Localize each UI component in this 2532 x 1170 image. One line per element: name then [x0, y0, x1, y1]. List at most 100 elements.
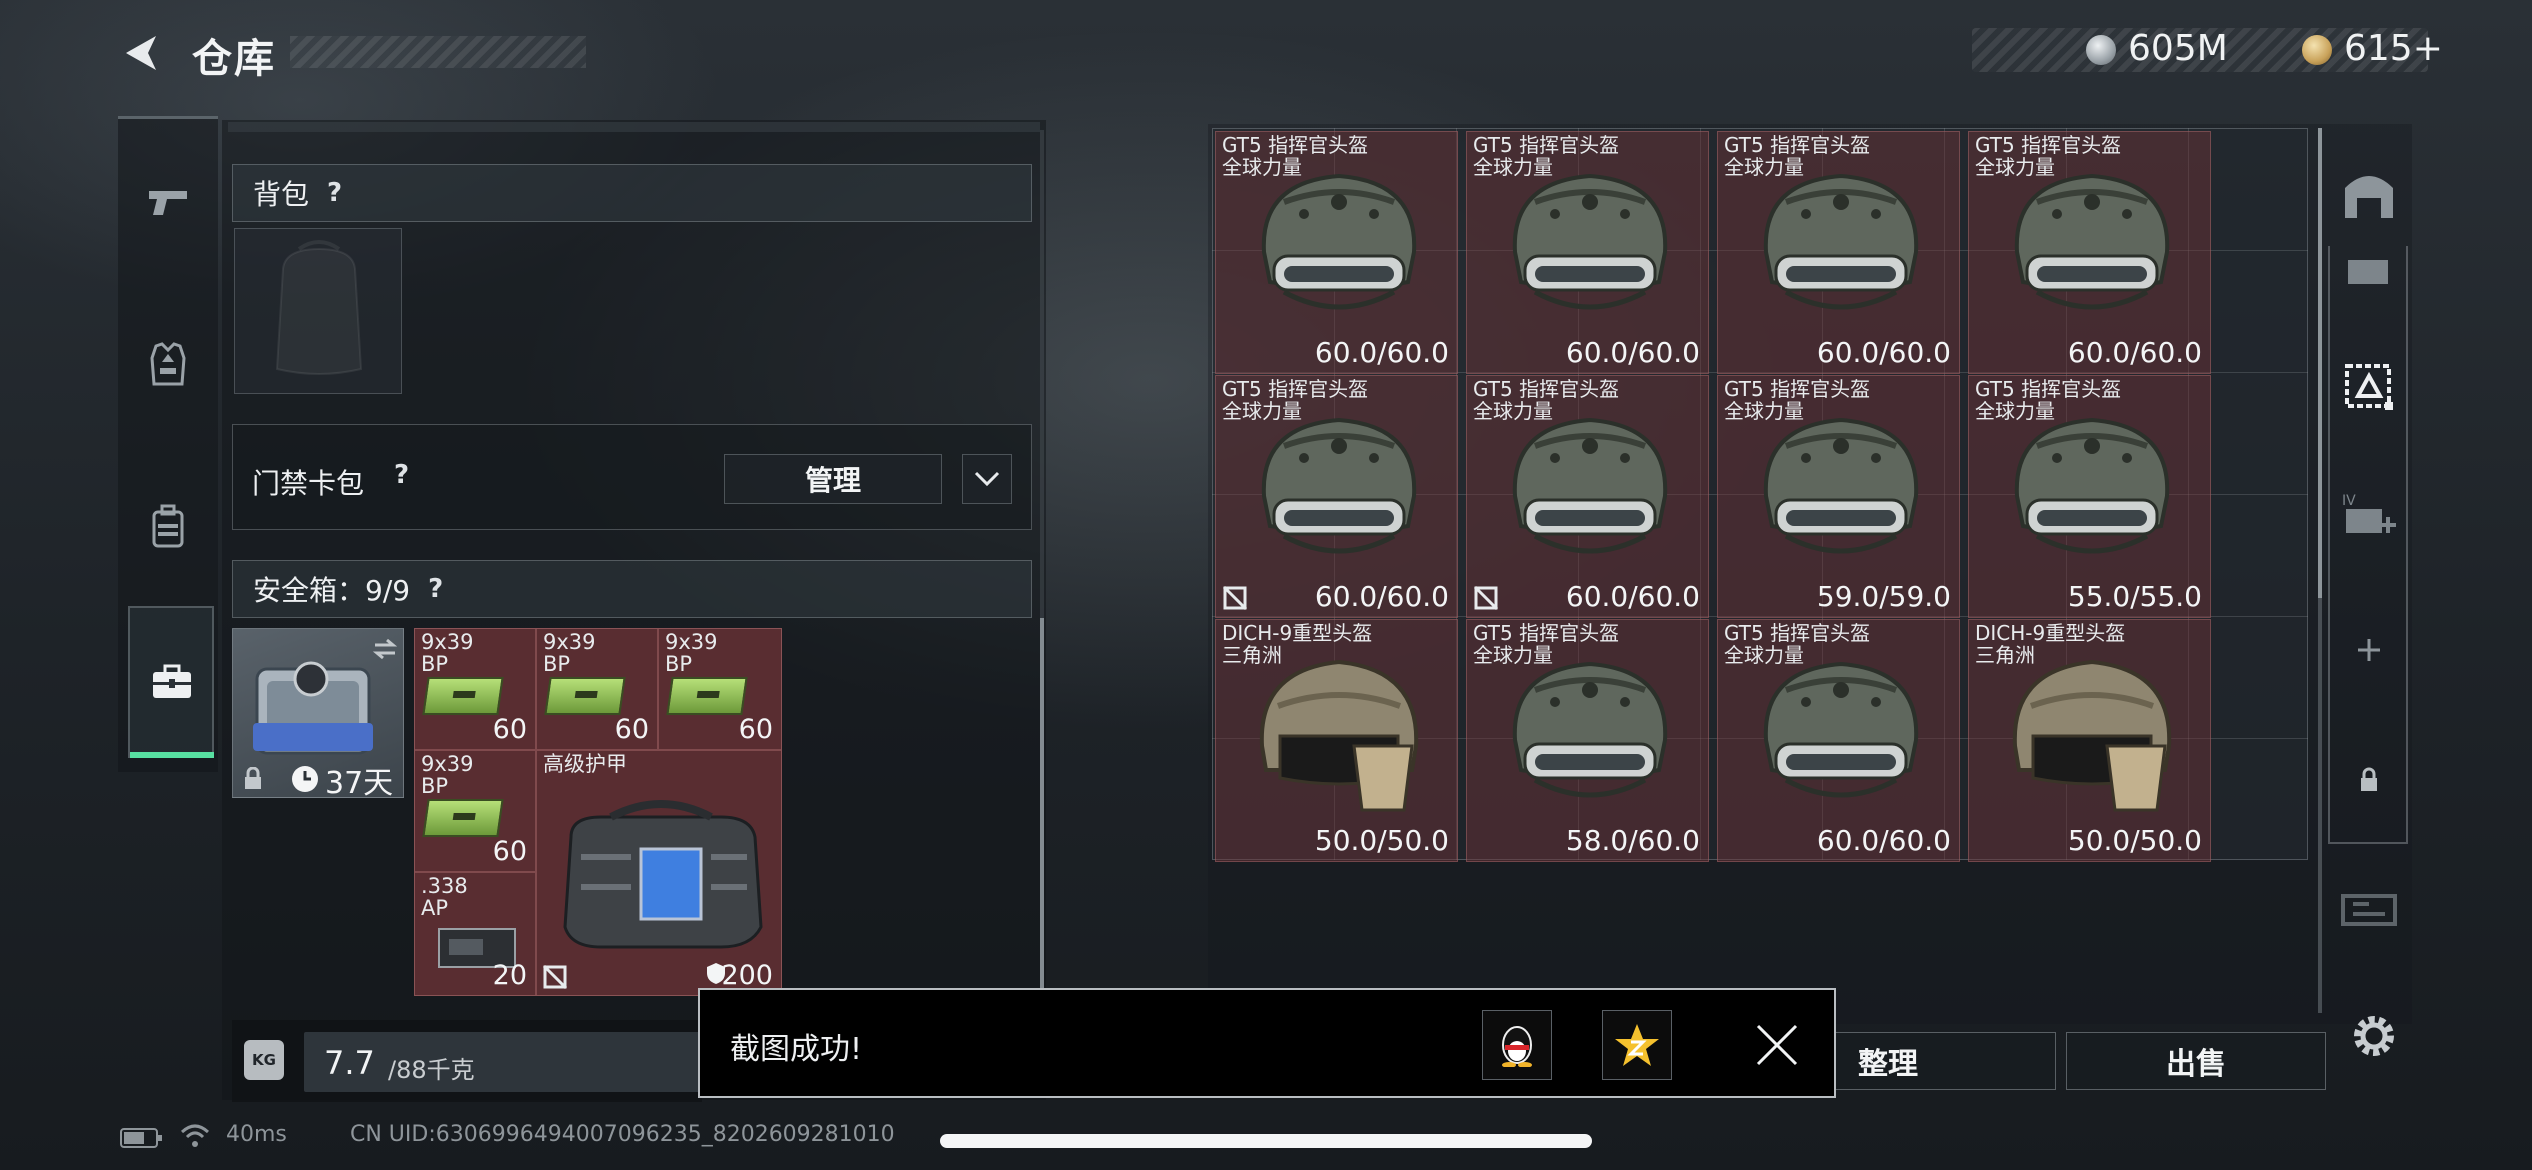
safebox-tool-icon [2345, 364, 2393, 410]
silver-currency-value[interactable]: 605M [2128, 28, 2228, 69]
backpack-slot[interactable] [234, 228, 402, 394]
safebox-help-button[interactable]: ? [428, 574, 443, 604]
tool-add-storage[interactable]: IV [2334, 486, 2404, 546]
keycard-expand-button[interactable] [962, 454, 1012, 504]
storage-icon [2348, 260, 2388, 284]
gt5-helmet-image [2014, 173, 2170, 310]
tool-warehouse[interactable] [2334, 164, 2404, 224]
item-name: 9x39 BP [421, 752, 474, 798]
warehouse-item[interactable]: DICH-9重型头盔 三角洲 50.0/50.0 [1968, 619, 2211, 862]
sell-button[interactable]: 出售 [2066, 1032, 2326, 1090]
nav-weapons[interactable] [118, 172, 218, 232]
tool-disabled[interactable] [2334, 880, 2404, 940]
svg-text:IV: IV [2342, 493, 2356, 509]
nav-backpack[interactable] [118, 496, 218, 556]
item-durability: 60.0/60.0 [1565, 336, 1700, 369]
page-title: 仓库 [192, 36, 276, 82]
share-qq-button[interactable] [1482, 1010, 1552, 1080]
gt5-helmet-image [1512, 661, 1668, 798]
tool-add[interactable] [2334, 620, 2404, 680]
safe-item-ammo-338[interactable]: .338 AP 20 [414, 872, 536, 996]
item-durability: 60.0/60.0 [1314, 580, 1449, 613]
warehouse-item[interactable]: GT5 指挥官头盔 全球力量 60.0/60.0 [1466, 131, 1709, 374]
item-name: .338 AP [421, 874, 468, 920]
warehouse-item[interactable]: GT5 指挥官头盔 全球力量 60.0/60.0 [1717, 619, 1960, 862]
home-indicator[interactable] [940, 1134, 1592, 1148]
warehouse-item[interactable]: GT5 指挥官头盔 全球力量 55.0/55.0 [1968, 375, 2211, 618]
storage-plus-icon: IV [2342, 493, 2396, 533]
ammo-box-icon [422, 677, 504, 715]
safebox-duration: 37天 [325, 766, 394, 801]
briefcase-icon [153, 664, 191, 698]
tool-safebox[interactable] [2334, 356, 2404, 416]
warehouse-item[interactable]: DICH-9重型头盔 三角洲 50.0/50.0 [1215, 619, 1458, 862]
back-arrow-icon[interactable] [118, 30, 164, 76]
safe-item-ammo-3[interactable]: 9x39 BP 60 [658, 628, 782, 750]
no-trade-icon [542, 964, 568, 990]
warehouse-item[interactable]: GT5 指挥官头盔 全球力量 60.0/60.0 [1717, 131, 1960, 374]
gt5-helmet-image [1512, 417, 1668, 554]
container-disabled-icon [2341, 894, 2397, 926]
item-name: 9x39 BP [543, 630, 596, 676]
battery-icon [120, 1128, 162, 1148]
item-durability: 50.0/50.0 [2067, 824, 2202, 857]
share-qzone-button[interactable] [1602, 1010, 1672, 1080]
item-name: GT5 指挥官头盔 全球力量 [1473, 377, 1620, 423]
backpack-icon [152, 504, 184, 548]
swap-icon[interactable] [371, 637, 399, 661]
item-durability: 60.0/60.0 [2067, 336, 2202, 369]
vest-icon [150, 342, 186, 386]
safe-item-ammo-2[interactable]: 9x39 BP 60 [536, 628, 658, 750]
item-name: GT5 指挥官头盔 全球力量 [1222, 133, 1369, 179]
right-scrollbar-thumb[interactable] [2318, 128, 2322, 598]
backpack-help-button[interactable]: ? [327, 178, 342, 208]
nav-armor[interactable] [118, 334, 218, 394]
gt5-helmet-image [1763, 661, 1919, 798]
warehouse-item[interactable]: GT5 指挥官头盔 全球力量 60.0/60.0 [1215, 375, 1458, 618]
tool-partial[interactable] [2334, 252, 2404, 292]
warehouse-item[interactable]: GT5 指挥官头盔 全球力量 60.0/60.0 [1466, 375, 1709, 618]
lock-icon [245, 767, 261, 789]
safe-item-armor[interactable]: 高级护甲 200 [536, 750, 782, 996]
clock-icon [292, 766, 318, 792]
item-durability: 60.0/60.0 [1816, 336, 1951, 369]
item-durability: 200 [721, 960, 773, 991]
gear-icon[interactable] [2346, 1008, 2402, 1064]
item-name: DICH-9重型头盔 三角洲 [1222, 621, 1373, 667]
weight-icon: KG [244, 1040, 284, 1080]
ammo-box-icon [666, 677, 748, 715]
item-durability: 59.0/59.0 [1816, 580, 1951, 613]
backpack-section-header: 背包 ? [232, 164, 1032, 222]
warehouse-item[interactable]: GT5 指挥官头盔 全球力量 60.0/60.0 [1215, 131, 1458, 374]
item-durability: 60.0/60.0 [1314, 336, 1449, 369]
item-name: DICH-9重型头盔 三角洲 [1975, 621, 2126, 667]
gt5-helmet-image [1261, 173, 1417, 310]
item-count: 60 [738, 714, 773, 745]
close-icon[interactable] [1752, 1020, 1802, 1070]
manage-button[interactable]: 管理 [724, 454, 942, 504]
item-name: GT5 指挥官头盔 全球力量 [1724, 621, 1871, 667]
left-scrollbar-thumb[interactable] [1040, 618, 1044, 988]
weight-current: 7.7 [324, 1044, 375, 1082]
safe-item-ammo-4[interactable]: 9x39 BP 60 [414, 750, 536, 872]
item-count: 60 [492, 714, 527, 745]
item-name: GT5 指挥官头盔 全球力量 [1222, 377, 1369, 423]
warehouse-item[interactable]: GT5 指挥官头盔 全球力量 59.0/59.0 [1717, 375, 1960, 618]
gt5-helmet-image [1763, 417, 1919, 554]
keycard-label: 门禁卡包 [252, 467, 365, 500]
nav-safebox[interactable] [122, 652, 222, 712]
warehouse-item[interactable]: GT5 指挥官头盔 全球力量 60.0/60.0 [1968, 131, 2211, 374]
armor-bag-image [563, 800, 763, 949]
gold-currency-value[interactable]: 615+ [2344, 28, 2443, 69]
tool-locked[interactable] [2334, 750, 2404, 810]
safe-item-ammo-1[interactable]: 9x39 BP 60 [414, 628, 536, 750]
warehouse-item[interactable]: GT5 指挥官头盔 全球力量 58.0/60.0 [1466, 619, 1709, 862]
item-name: GT5 指挥官头盔 全球力量 [1975, 133, 2122, 179]
item-name: GT5 指挥官头盔 全球力量 [1975, 377, 2122, 423]
qzone-star-icon [1615, 1024, 1659, 1066]
item-durability: 55.0/55.0 [2067, 580, 2202, 613]
no-trade-icon [1473, 585, 1499, 611]
keycard-help-button[interactable]: ? [394, 460, 409, 490]
item-durability: 58.0/60.0 [1565, 824, 1700, 857]
item-durability: 60.0/60.0 [1816, 824, 1951, 857]
